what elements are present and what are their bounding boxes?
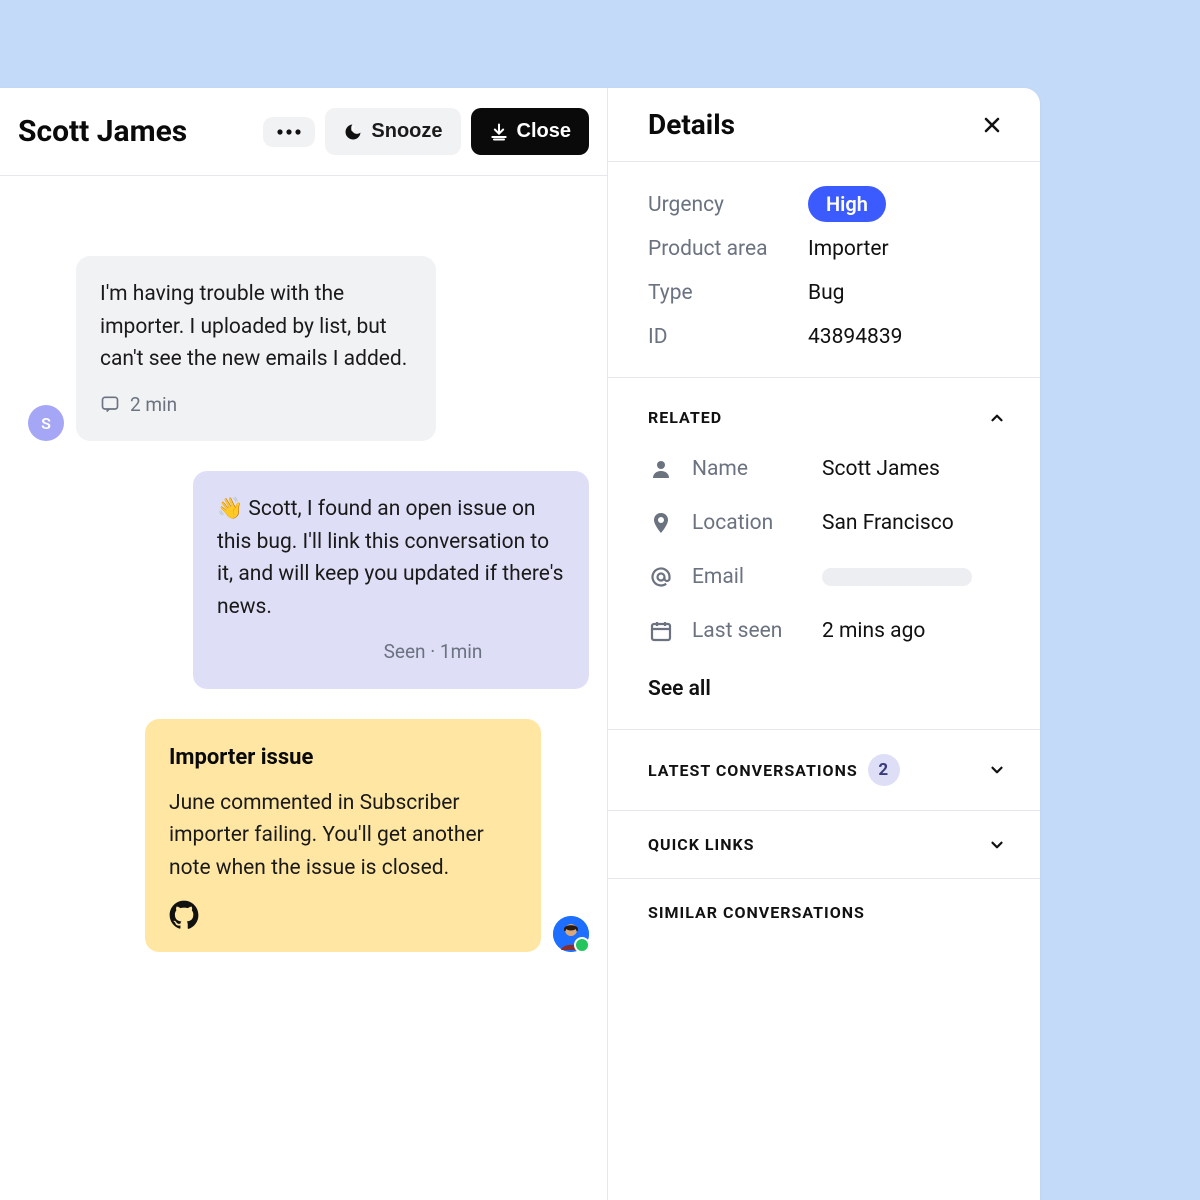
svg-text:Z: Z (351, 125, 355, 132)
customer-message[interactable]: I'm having trouble with the importer. I … (76, 256, 436, 441)
related-value: 2 mins ago (822, 619, 925, 643)
related-label: Email (692, 565, 804, 589)
reply-icon (100, 394, 120, 414)
at-icon (648, 565, 674, 589)
calendar-icon (648, 619, 674, 643)
snooze-icon: Z (343, 122, 363, 142)
customer-avatar: S (28, 405, 64, 441)
details-close-button[interactable] (978, 111, 1006, 139)
details-panel: Details Urgency High Product area Import… (608, 88, 1040, 1200)
customer-name: Scott James (18, 114, 187, 149)
agent-message[interactable]: 👋 Scott, I found an open issue on this b… (193, 471, 589, 689)
snooze-label: Snooze (371, 120, 442, 143)
person-icon (648, 457, 674, 481)
message-row-agent: 👋 Scott, I found an open issue on this b… (28, 471, 589, 689)
urgency-pill[interactable]: High (808, 186, 886, 222)
attr-type: Type Bug (648, 281, 1006, 305)
related-email: Email (648, 565, 1006, 589)
related-section: Related Name Scott James Location San Fr… (608, 378, 1040, 730)
message-status: Seen · 1min (217, 637, 649, 666)
conversation-body: S I'm having trouble with the importer. … (0, 176, 607, 972)
snooze-button[interactable]: Z Snooze (325, 108, 460, 155)
github-icon[interactable] (169, 900, 199, 930)
location-icon (648, 511, 674, 535)
related-body: Name Scott James Location San Francisco … (648, 427, 1006, 701)
attr-label: Type (648, 281, 808, 305)
more-button[interactable] (263, 117, 315, 147)
related-lastseen: Last seen 2 mins ago (648, 619, 1006, 643)
attr-urgency: Urgency High (648, 192, 1006, 217)
app-window: Scott James Z Snooze Close S I'm having … (0, 88, 1040, 1200)
related-heading-row[interactable]: Related (648, 408, 1006, 427)
message-text: 👋 Scott, I found an open issue on this b… (217, 493, 565, 623)
conversation-count-badge: 2 (868, 754, 900, 786)
close-button[interactable]: Close (471, 108, 589, 155)
attr-value[interactable]: Importer (808, 237, 889, 261)
message-row-customer: S I'm having trouble with the importer. … (28, 256, 589, 441)
ellipsis-icon (277, 129, 301, 135)
message-text: I'm having trouble with the importer. I … (100, 278, 412, 376)
section-heading: Similar conversations (648, 903, 865, 922)
attr-id: ID 43894839 (648, 325, 1006, 349)
conversation-header: Scott James Z Snooze Close (0, 88, 607, 176)
details-header: Details (608, 88, 1040, 162)
section-heading: Quick links (648, 835, 755, 854)
note-title: Importer issue (169, 741, 517, 775)
see-all-link[interactable]: See all (648, 673, 1006, 701)
attr-label: ID (648, 325, 808, 349)
similar-conversations-section[interactable]: Similar conversations (608, 879, 1040, 946)
related-name: Name Scott James (648, 457, 1006, 481)
related-label: Last seen (692, 619, 804, 643)
note-card[interactable]: Importer issue June commented in Subscri… (145, 719, 541, 953)
related-value: San Francisco (822, 511, 954, 535)
message-meta: 2 min (100, 390, 412, 419)
chevron-up-icon (988, 409, 1006, 427)
email-placeholder (822, 568, 972, 586)
related-value: Scott James (822, 457, 940, 481)
close-icon (984, 117, 1000, 133)
message-row-note: Importer issue June commented in Subscri… (28, 719, 589, 953)
chevron-down-icon (988, 761, 1006, 779)
attr-label: Product area (648, 237, 808, 261)
related-label: Name (692, 457, 804, 481)
attr-product-area: Product area Importer (648, 237, 1006, 261)
message-time: 2 min (130, 390, 177, 419)
latest-conversations-section[interactable]: Latest conversations 2 (608, 730, 1040, 811)
close-label: Close (517, 120, 571, 143)
attr-value[interactable]: Bug (808, 281, 844, 305)
attr-value[interactable]: 43894839 (808, 325, 902, 349)
details-attributes: Urgency High Product area Importer Type … (608, 162, 1040, 378)
section-heading: Latest conversations (648, 761, 858, 780)
note-source (169, 900, 517, 930)
related-label: Location (692, 511, 804, 535)
quick-links-section[interactable]: Quick links (608, 811, 1040, 879)
details-title: Details (648, 108, 735, 141)
conversation-panel: Scott James Z Snooze Close S I'm having … (0, 88, 608, 1200)
note-text: June commented in Subscriber importer fa… (169, 787, 517, 885)
related-heading: Related (648, 408, 722, 427)
chevron-down-icon (988, 836, 1006, 854)
close-archive-icon (489, 122, 509, 142)
agent-avatar (553, 916, 589, 952)
attr-label: Urgency (648, 193, 808, 217)
related-location: Location San Francisco (648, 511, 1006, 535)
